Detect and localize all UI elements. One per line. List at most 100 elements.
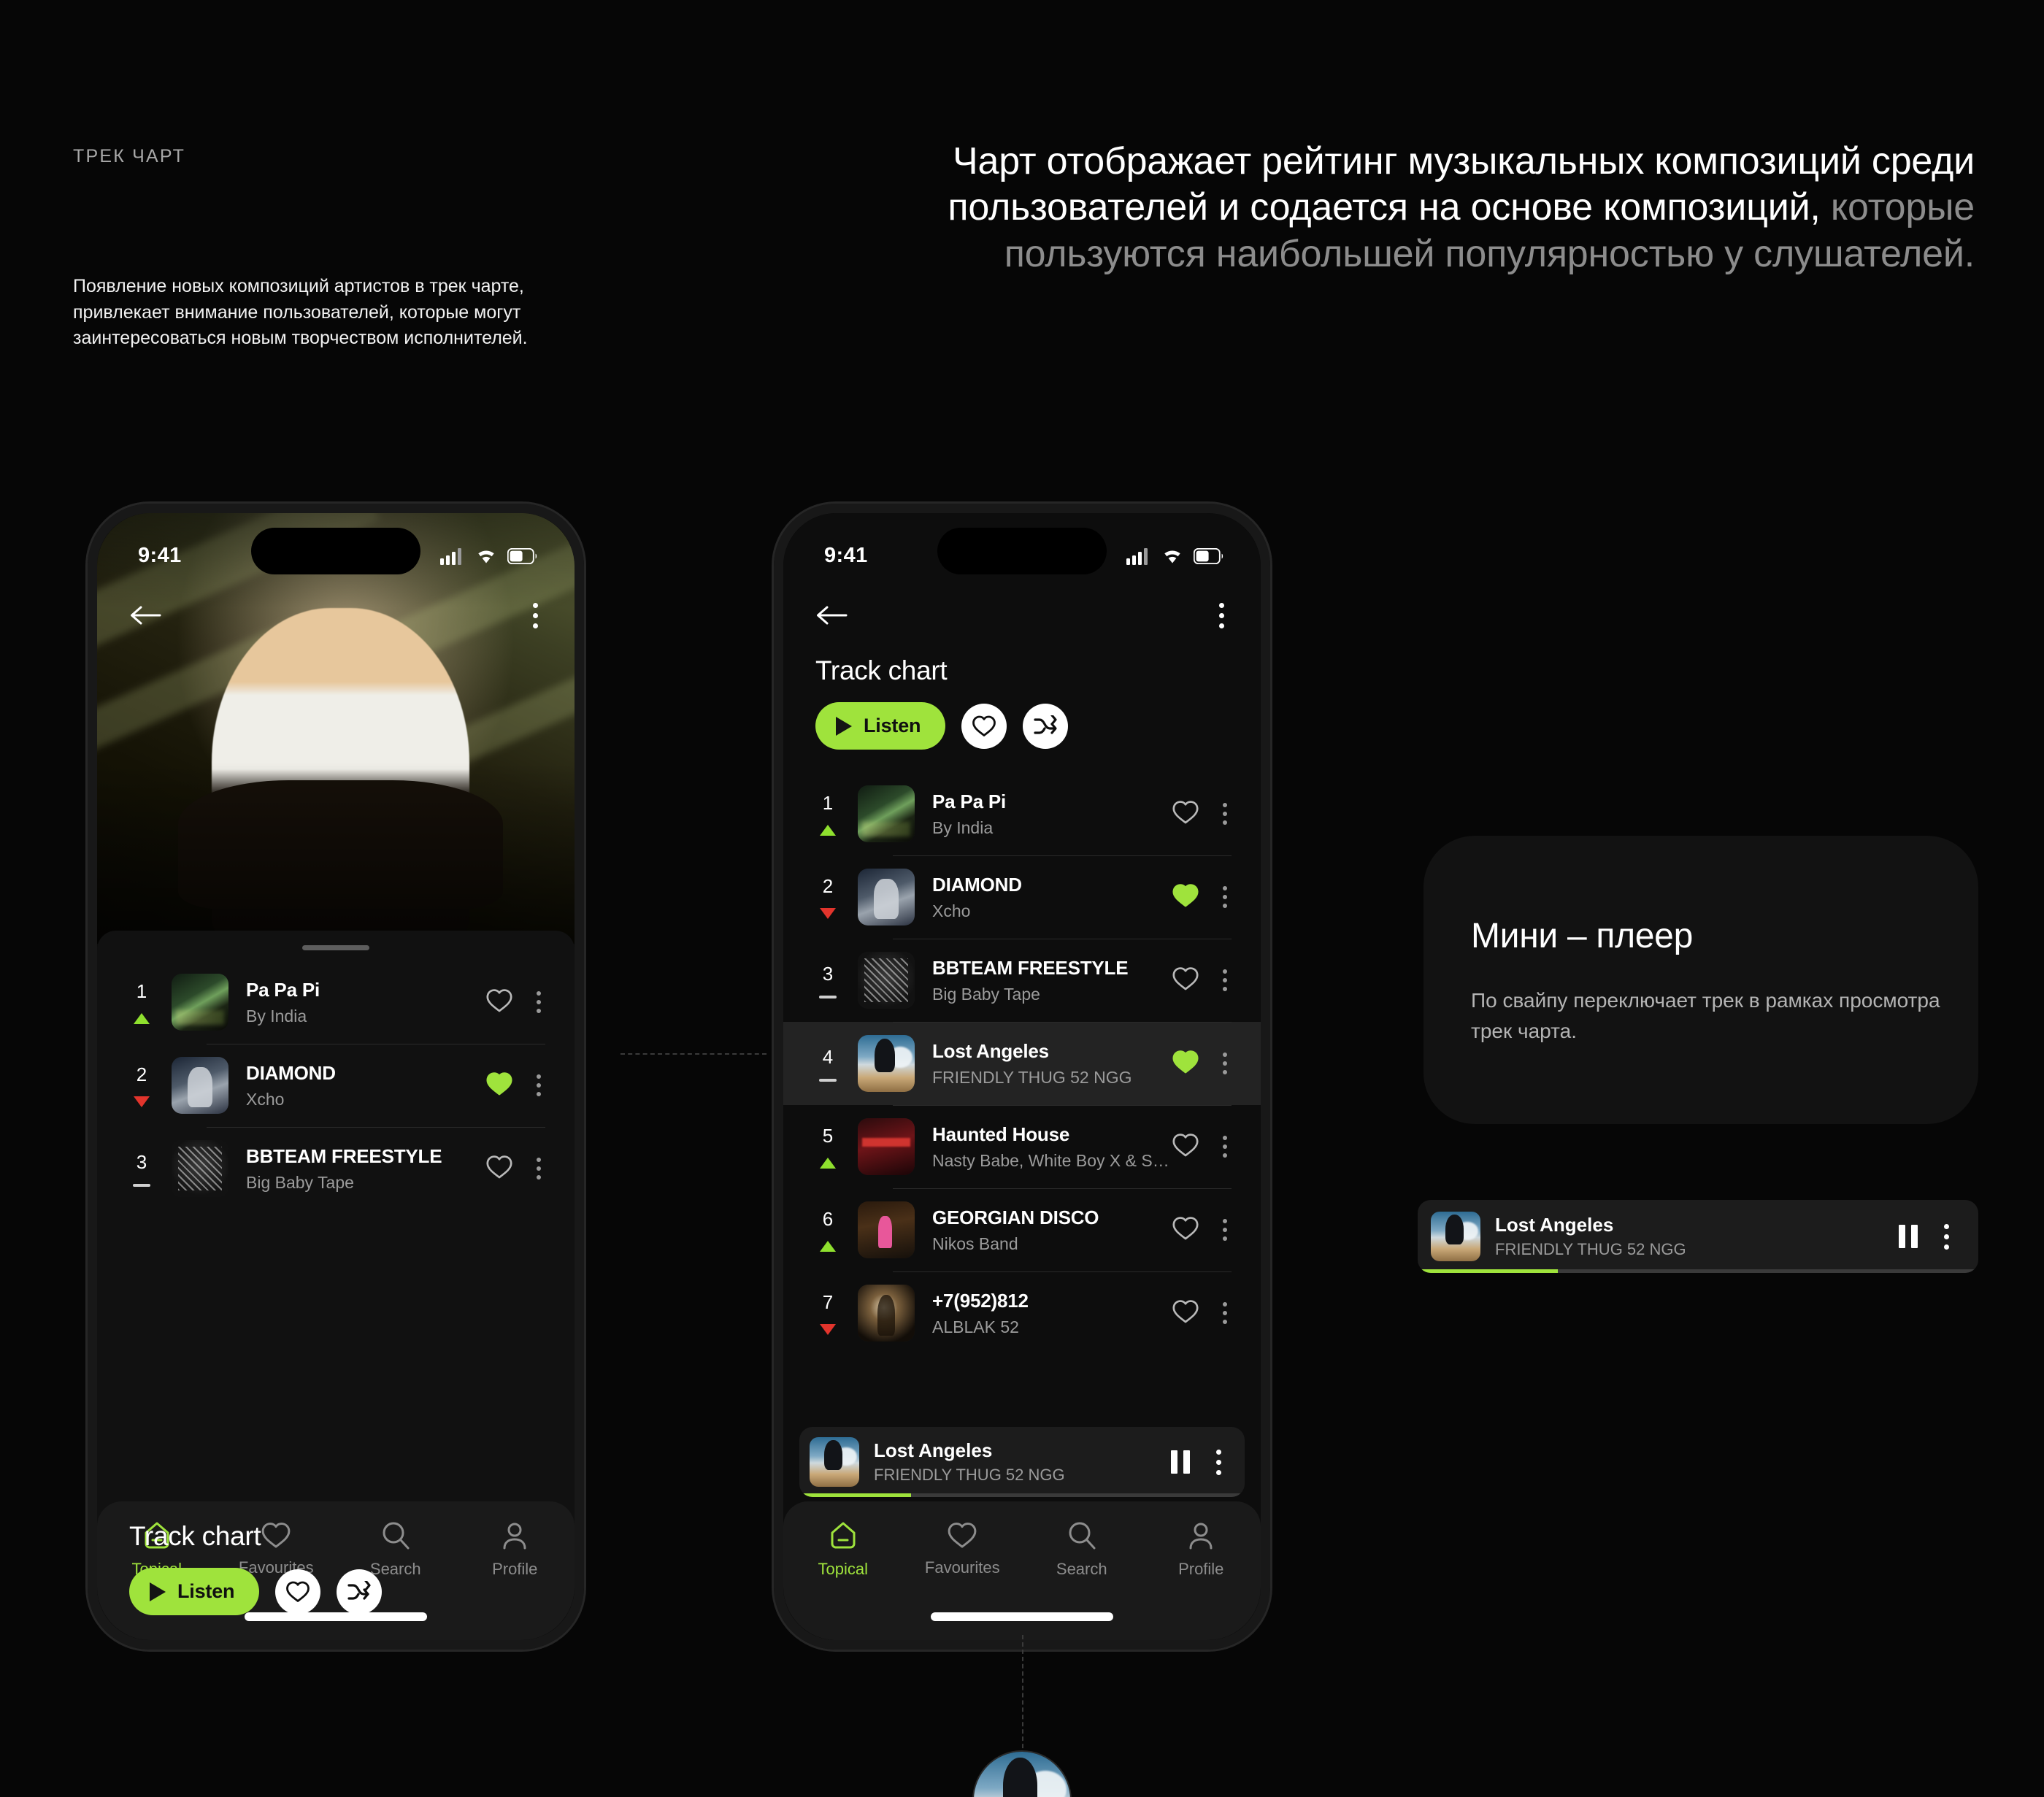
- track-title: Lost Angeles: [932, 1039, 1049, 1062]
- cellular-icon: [440, 547, 461, 565]
- hero-actions: Listen: [129, 1568, 542, 1615]
- arrow-left-icon[interactable]: [129, 604, 161, 626]
- cellular-icon: [1126, 547, 1148, 565]
- mini-player-progress[interactable]: [1418, 1269, 1978, 1273]
- like-button[interactable]: [1172, 882, 1199, 912]
- rank-number: 2: [822, 875, 834, 897]
- kebab-menu-icon[interactable]: [1218, 1131, 1232, 1162]
- tab-label: Search: [1056, 1560, 1107, 1578]
- kebab-menu-icon[interactable]: [532, 987, 545, 1017]
- album-cover: [858, 1035, 915, 1092]
- track-row[interactable]: 1 Pa Pa Pi By India: [783, 772, 1261, 855]
- track-row[interactable]: 1 Pa Pa Pi By India: [97, 961, 575, 1044]
- track-row[interactable]: 3 BBTEAM FREESTYLE Big Baby Tape: [783, 939, 1261, 1022]
- track-artist: Big Baby Tape: [932, 984, 1040, 1004]
- track-row[interactable]: 2 DIAMOND Xcho: [97, 1044, 575, 1127]
- kebab-menu-icon[interactable]: [532, 1153, 545, 1184]
- heart-icon[interactable]: [1172, 1215, 1199, 1241]
- listen-button[interactable]: Listen: [129, 1568, 260, 1615]
- kebab-menu-icon[interactable]: [529, 599, 542, 633]
- mini-player[interactable]: Lost Angeles FRIENDLY THUG 52 NGG: [799, 1427, 1245, 1497]
- mini-player-standalone[interactable]: Lost Angeles FRIENDLY THUG 52 NGG: [1418, 1200, 1978, 1273]
- heart-icon[interactable]: [1172, 799, 1199, 825]
- track-row[interactable]: 4 Lost Angeles FRIENDLY THUG 52 NGG: [783, 1022, 1261, 1105]
- track-row[interactable]: 7 +7(952)812 ALBLAK 52: [783, 1271, 1261, 1355]
- battery-icon: [1194, 547, 1223, 564]
- track-title: DIAMOND: [246, 1061, 336, 1084]
- like-button[interactable]: [1172, 799, 1199, 828]
- pause-icon[interactable]: [1899, 1225, 1918, 1248]
- kebab-menu-icon[interactable]: [1218, 1215, 1232, 1245]
- trend-up-icon: [134, 1013, 150, 1024]
- kebab-menu-icon[interactable]: [1215, 599, 1229, 633]
- like-button[interactable]: [1172, 1298, 1199, 1328]
- like-button[interactable]: [485, 1071, 513, 1100]
- kebab-menu-icon[interactable]: [1212, 1445, 1226, 1479]
- sheet-grabber[interactable]: [302, 945, 369, 950]
- tab-topical[interactable]: Topical: [783, 1520, 903, 1579]
- like-button[interactable]: [1172, 1049, 1199, 1078]
- track-row[interactable]: 5 Haunted House Nasty Babe, White Boy X …: [783, 1105, 1261, 1188]
- tab-search[interactable]: Search: [1022, 1520, 1142, 1579]
- like-button[interactable]: [1172, 966, 1199, 995]
- rank-column: 1: [808, 792, 848, 836]
- trend-down-icon: [134, 1096, 150, 1107]
- listen-button[interactable]: Listen: [815, 702, 946, 750]
- like-button[interactable]: [485, 988, 513, 1017]
- phone-mockup-hero: 9:41 Track chart Listen 1 Pa Pa Pi By In…: [88, 504, 584, 1650]
- track-row[interactable]: 6 GEORGIAN DISCO Nikos Band: [783, 1188, 1261, 1271]
- kebab-menu-icon[interactable]: [532, 1070, 545, 1101]
- heart-icon[interactable]: [1172, 1049, 1199, 1074]
- kebab-menu-icon[interactable]: [1218, 1298, 1232, 1328]
- tab-favourites[interactable]: Favourites: [903, 1520, 1023, 1579]
- listen-button-label: Listen: [864, 715, 921, 736]
- listen-button-label: Listen: [177, 1580, 235, 1602]
- floating-album-art: [974, 1752, 1070, 1797]
- like-button[interactable]: [275, 1569, 321, 1615]
- status-time: 9:41: [824, 544, 868, 567]
- kebab-menu-icon[interactable]: [1218, 799, 1232, 829]
- track-title: GEORGIAN DISCO: [932, 1206, 1099, 1228]
- heart-icon[interactable]: [1172, 966, 1199, 991]
- track-row[interactable]: 2 DIAMOND Xcho: [783, 855, 1261, 939]
- rank-column: 2: [122, 1063, 161, 1107]
- kebab-menu-icon[interactable]: [1218, 1048, 1232, 1079]
- like-button[interactable]: [1172, 1215, 1199, 1244]
- heart-icon[interactable]: [1172, 1132, 1199, 1158]
- row-actions: [485, 987, 545, 1017]
- row-actions: [1172, 799, 1232, 829]
- intro-paragraph: Появление новых композиций артистов в тр…: [73, 276, 528, 348]
- kebab-menu-icon[interactable]: [1940, 1220, 1953, 1254]
- shuffle-button[interactable]: [1023, 703, 1069, 749]
- header-actions: Listen: [815, 702, 1229, 750]
- heart-icon: [972, 715, 996, 736]
- shuffle-icon: [347, 1580, 371, 1600]
- track-title: BBTEAM FREESTYLE: [246, 1144, 442, 1167]
- arrow-left-icon[interactable]: [815, 604, 848, 626]
- row-actions: [1172, 1298, 1232, 1328]
- rank-column: 7: [808, 1291, 848, 1335]
- album-cover: [858, 1201, 915, 1258]
- trend-down-icon: [820, 1324, 836, 1335]
- pause-icon[interactable]: [1171, 1450, 1190, 1474]
- heart-icon[interactable]: [1172, 882, 1199, 908]
- kebab-menu-icon[interactable]: [1218, 965, 1232, 996]
- kebab-menu-icon[interactable]: [1218, 882, 1232, 912]
- heart-icon[interactable]: [485, 988, 513, 1013]
- like-button[interactable]: [485, 1154, 513, 1183]
- like-button[interactable]: [1172, 1132, 1199, 1161]
- track-row[interactable]: 3 BBTEAM FREESTYLE Big Baby Tape: [97, 1127, 575, 1210]
- trend-flat-icon: [819, 995, 837, 998]
- heart-icon[interactable]: [485, 1154, 513, 1180]
- track-artist: Nikos Band: [932, 1234, 1018, 1253]
- mini-player-progress[interactable]: [799, 1493, 1245, 1497]
- track-artist: Nasty Babe, White Boy X & Solway: [932, 1150, 1172, 1170]
- like-button[interactable]: [961, 703, 1007, 749]
- tab-profile[interactable]: Profile: [1142, 1520, 1261, 1579]
- heart-icon[interactable]: [1172, 1298, 1199, 1324]
- rank-column: 4: [808, 1046, 848, 1082]
- heart-icon[interactable]: [485, 1071, 513, 1096]
- shuffle-button[interactable]: [337, 1569, 383, 1615]
- track-title: Haunted House: [932, 1123, 1070, 1145]
- rank-column: 5: [808, 1125, 848, 1169]
